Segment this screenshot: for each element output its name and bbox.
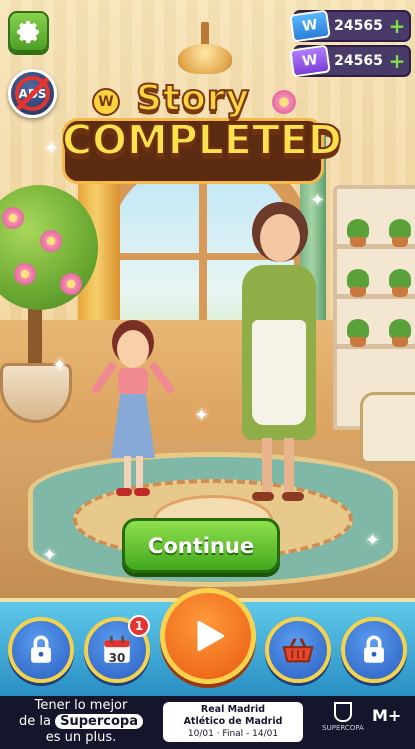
sofa <box>360 392 415 464</box>
title-line-story: Story <box>135 77 251 120</box>
ad-dates: 10/01 · Final - 14/01 <box>187 729 279 739</box>
woman-character <box>234 200 324 505</box>
currency-amount: 24565 <box>334 18 383 34</box>
ad-team-2: Atlético de Madrid <box>183 716 283 727</box>
locked-feature-button[interactable] <box>341 617 407 683</box>
ad-brand-logo: M+ <box>372 706 402 725</box>
ad-tagline: Tener lo mejor de la Supercopa es un plu… <box>6 698 156 746</box>
ticket-currency-counter: W 24565 + <box>289 44 411 78</box>
daily-calendar-button[interactable]: 30 1 <box>84 615 150 683</box>
ad-line-2: de la Supercopa <box>6 714 156 730</box>
trophy-logo-icon: SUPERCOPA <box>320 702 366 744</box>
shop-button[interactable] <box>265 617 331 683</box>
currency-amount: 24565 <box>334 53 383 69</box>
ad-line-1: Tener lo mejor <box>34 698 128 713</box>
play-button[interactable] <box>160 588 256 684</box>
remove-ads-button[interactable]: ADS <box>8 69 57 118</box>
gear-icon <box>16 20 39 43</box>
ad-team-1: Real Madrid <box>200 704 266 715</box>
ad-pill: Supercopa <box>55 714 143 729</box>
ticket-icon: W <box>289 9 331 43</box>
notification-badge: 1 <box>128 615 150 637</box>
story-completed-title: W Story COMPLETED <box>61 77 343 190</box>
ad-line-3: es un plus. <box>45 730 117 745</box>
calendar-day-number: 30 <box>108 651 126 665</box>
sparkle-icon: ✦ <box>365 530 381 551</box>
sparkle-icon: ✦ <box>52 355 68 376</box>
play-icon <box>197 620 225 652</box>
bottom-navigation: 30 1 <box>0 588 415 696</box>
ad-match-card: Real Madrid Atlético de Madrid 10/01 · F… <box>163 702 303 742</box>
sparkle-icon: ✦ <box>194 405 210 426</box>
add-currency-button[interactable]: + <box>388 14 406 38</box>
title-line-completed: COMPLETED <box>61 115 343 165</box>
ticket-icon: W <box>289 44 331 78</box>
sparkle-icon: ✦ <box>310 190 326 211</box>
add-currency-button[interactable]: + <box>388 49 406 73</box>
basket-icon <box>282 638 314 663</box>
settings-button[interactable] <box>8 11 49 52</box>
ceiling-lamp <box>170 22 240 82</box>
ticket-currency-counter: W 24565 + <box>289 9 411 43</box>
sparkle-icon: ✦ <box>42 545 58 566</box>
lock-icon <box>31 635 51 663</box>
potted-tree <box>0 185 100 445</box>
lock-icon <box>364 635 384 663</box>
sparkle-icon: ✦ <box>44 138 60 159</box>
girl-character <box>90 320 176 505</box>
continue-button[interactable]: Continue <box>122 518 280 573</box>
locked-feature-button[interactable] <box>8 617 74 683</box>
ad-logo-text: SUPERCOPA <box>322 724 364 732</box>
advertisement-banner[interactable]: Tener lo mejor de la Supercopa es un plu… <box>0 696 415 749</box>
